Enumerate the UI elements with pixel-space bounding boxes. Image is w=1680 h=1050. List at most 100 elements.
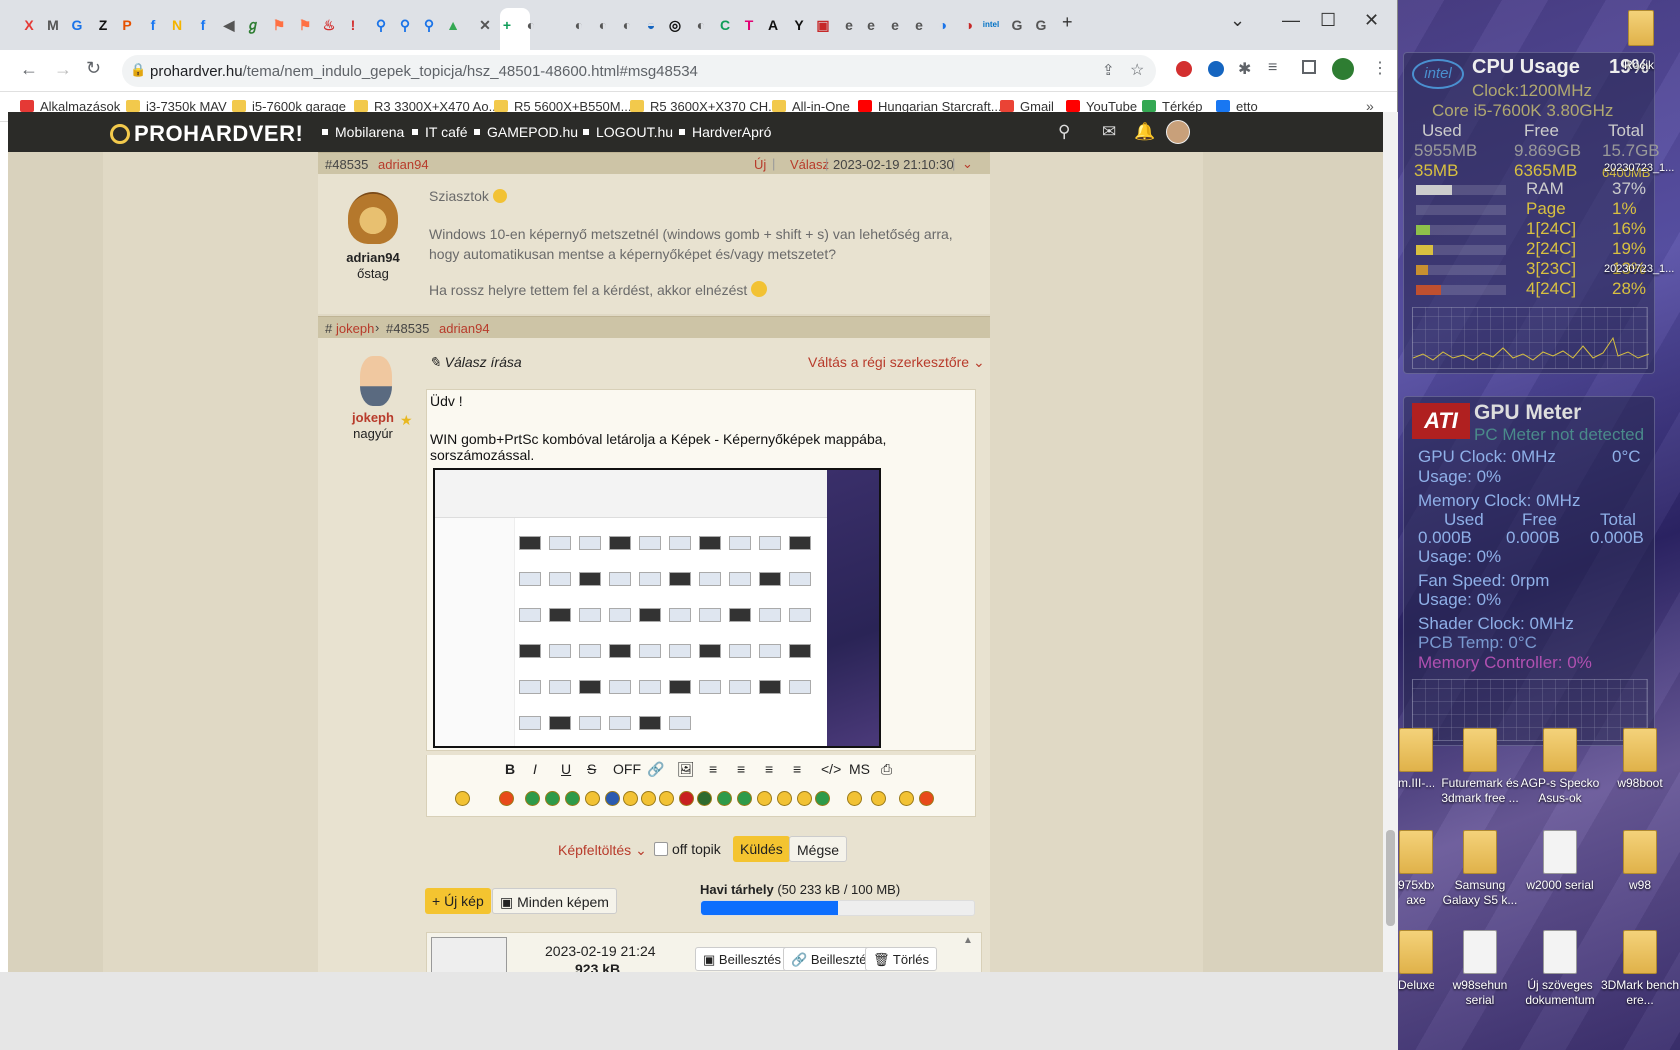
maximize-button[interactable]: ☐ [1320, 10, 1336, 31]
ms-button[interactable]: MS [849, 761, 870, 777]
tab-favicon-11[interactable]: ⚑ [268, 14, 290, 36]
smiley-icon-21[interactable] [899, 791, 914, 806]
tab-favicon-39[interactable]: intel [980, 14, 1002, 36]
italic-button[interactable]: I [533, 761, 537, 777]
bold-button[interactable]: B [505, 761, 515, 777]
tab-favicon-19[interactable]: ✕ [474, 14, 496, 36]
tab-favicon-16[interactable]: ⚲ [394, 14, 416, 36]
menu-kebab-icon[interactable]: ⋮ [1372, 58, 1388, 78]
image-upload-dropdown[interactable]: Képfeltöltés ⌄ [558, 842, 647, 859]
tab-favicon-40[interactable]: G [1006, 14, 1028, 36]
smiley-icon-15[interactable] [757, 791, 772, 806]
insert-image-button[interactable]: ▣ Beillesztés [695, 947, 790, 971]
desktop-icon-3dmark[interactable]: 3DMark bench ere... [1600, 930, 1680, 1008]
align-left-button[interactable]: ≡ [709, 761, 717, 777]
close-window-button[interactable]: ✕ [1364, 10, 1379, 31]
desktop-file-2[interactable]: 20230723_1... [1604, 263, 1674, 275]
tab-favicon-14[interactable]: ! [342, 14, 364, 36]
reply-link[interactable]: Válasz [790, 157, 829, 172]
tab-favicon-36[interactable]: e [908, 14, 930, 36]
forward-icon[interactable]: → [54, 59, 72, 80]
tab-favicon-15[interactable]: ⚲ [370, 14, 392, 36]
tab-favicon-31[interactable]: Y [788, 14, 810, 36]
tab-favicon-12[interactable]: ⚑ [294, 14, 316, 36]
tab-favicon-17[interactable]: ⚲ [418, 14, 440, 36]
adrian94-avatar[interactable] [348, 192, 398, 244]
desktop-icon-new-text-doc[interactable]: Új szöveges dokumentum [1520, 930, 1600, 1008]
justify-button[interactable]: ≡ [793, 761, 801, 777]
desktop-file-1[interactable]: 20230723_1... [1604, 162, 1674, 174]
page-scrollbar[interactable] [1383, 112, 1398, 972]
align-right-button[interactable]: ≡ [765, 761, 773, 777]
tab-favicon-5[interactable]: P [116, 14, 138, 36]
tab-favicon-10[interactable]: ℊ [242, 14, 264, 36]
tab-favicon-6[interactable]: f [142, 14, 164, 36]
tab-search-icon[interactable]: ⌄ [1230, 10, 1245, 31]
jokeph-avatar[interactable] [360, 356, 392, 406]
tab-favicon-13[interactable]: ♨ [318, 14, 340, 36]
tab-favicon-32[interactable]: ▣ [812, 14, 834, 36]
tab-favicon-35[interactable]: e [884, 14, 906, 36]
profile-avatar[interactable] [1332, 58, 1354, 80]
tab-favicon-34[interactable]: e [860, 14, 882, 36]
notifications-bell-icon[interactable]: 🔔 [1134, 122, 1155, 142]
post-author-link[interactable]: adrian94 [378, 157, 429, 172]
tab-favicon-26[interactable]: ◎ [664, 14, 686, 36]
scrollbar-thumb[interactable] [1386, 830, 1395, 926]
smiley-icon-3[interactable] [525, 791, 540, 806]
tab-favicon-23[interactable]: ◐ [592, 14, 614, 36]
reload-icon[interactable]: ↻ [86, 58, 101, 79]
smiley-icon-9[interactable] [641, 791, 656, 806]
site-logo[interactable]: PROHARDVER! [110, 121, 303, 147]
tab-favicon-8[interactable]: f [192, 14, 214, 36]
smiley-icon-13[interactable] [717, 791, 732, 806]
offtopic-checkbox[interactable] [654, 842, 668, 856]
tab-favicon-27[interactable]: ◐ [690, 14, 712, 36]
tab-favicon-20[interactable]: + [496, 14, 518, 36]
smiley-icon-16[interactable] [777, 791, 792, 806]
embedded-screenshot-image[interactable] [433, 468, 881, 748]
post-id[interactable]: #48535 [325, 157, 368, 172]
offtopic-button[interactable]: OFF [613, 761, 641, 777]
smiley-icon-22[interactable] [919, 791, 934, 806]
tab-favicon-24[interactable]: ◐ [616, 14, 638, 36]
tab-favicon-30[interactable]: A [762, 14, 784, 36]
tab-favicon-38[interactable]: ◑ [958, 14, 980, 36]
desktop-icon-w98sehun[interactable]: w98sehun serial [1440, 930, 1520, 1008]
smiley-icon-2[interactable] [499, 791, 514, 806]
link-button[interactable]: 🔗 [647, 761, 664, 778]
nav-itcafe[interactable]: IT café [412, 124, 468, 140]
new-tab-button[interactable]: + [1062, 12, 1073, 33]
address-bar[interactable]: 🔒 prohardver.hu/tema/nem_indulo_gepek_to… [122, 55, 1156, 87]
side-panel-icon[interactable] [1302, 60, 1316, 74]
user-avatar[interactable] [1166, 120, 1190, 144]
smiley-icon-17[interactable] [797, 791, 812, 806]
smiley-icon-8[interactable] [623, 791, 638, 806]
scroll-up-icon[interactable]: ▲ [963, 935, 973, 946]
desktop-icon-agp-specko[interactable]: AGP-s Specko Asus-ok [1520, 728, 1600, 806]
strikethrough-button[interactable]: S [587, 761, 596, 777]
new-label[interactable]: Új [754, 157, 766, 172]
align-center-button[interactable]: ≡ [737, 761, 745, 777]
tab-favicon-29[interactable]: T [738, 14, 760, 36]
tab-favicon-21[interactable]: ◐ [520, 14, 542, 36]
file-button[interactable]: ⎙ [881, 761, 892, 778]
tab-favicon-22[interactable]: ◐ [568, 14, 590, 36]
nav-mobilarena[interactable]: Mobilarena [322, 124, 404, 140]
desktop-icon-1[interactable]: m.III-... [1398, 728, 1434, 791]
tab-favicon-9[interactable]: ◀ [218, 14, 240, 36]
cancel-button[interactable]: Mégse [789, 836, 848, 862]
reply-to-user[interactable]: adrian94 [439, 321, 490, 336]
back-icon[interactable]: ← [20, 59, 38, 80]
tab-favicon-3[interactable]: G [66, 14, 88, 36]
new-image-button[interactable]: + Új kép [425, 888, 491, 914]
tab-favicon-28[interactable]: C [714, 14, 736, 36]
tab-favicon-2[interactable]: M [42, 14, 64, 36]
bookmark-star-icon[interactable]: ☆ [1130, 60, 1144, 80]
extensions-puzzle-icon[interactable]: ✱ [1238, 59, 1251, 79]
messages-icon[interactable]: ✉ [1102, 122, 1116, 142]
nav-hardverapro[interactable]: HardverApró [679, 124, 771, 140]
image-button[interactable]: 🖼 [677, 761, 695, 778]
switch-editor-link[interactable]: Váltás a régi szerkesztőre ⌄ [808, 354, 985, 371]
search-icon[interactable]: ⚲ [1058, 122, 1070, 142]
